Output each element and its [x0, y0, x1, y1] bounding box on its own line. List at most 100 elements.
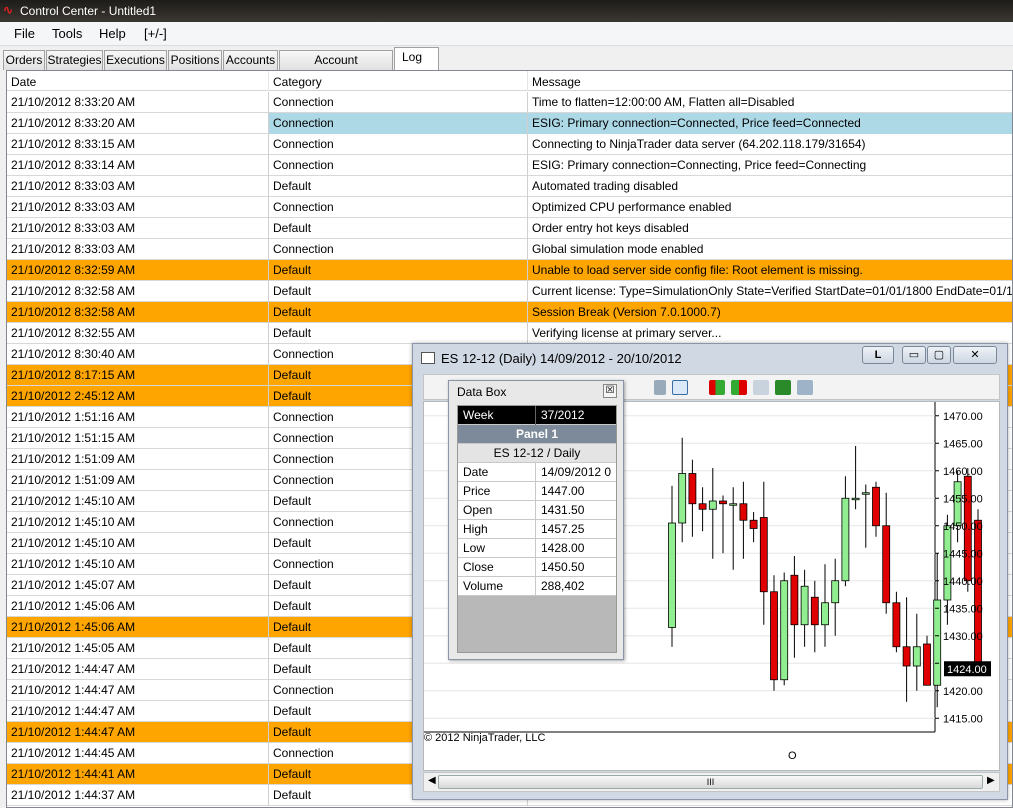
indicators-icon[interactable]	[753, 380, 769, 395]
tab-orders[interactable]: Orders	[3, 50, 45, 70]
candle-body	[933, 599, 942, 686]
data-box-row: Low 1428.00	[458, 539, 616, 558]
candle-body	[892, 602, 901, 648]
candle-body	[678, 473, 687, 524]
cell-category: Default	[269, 176, 528, 197]
cell-date: 21/10/2012 8:33:03 AM	[7, 197, 269, 218]
cell-message: Time to flatten=12:00:00 AM, Flatten all…	[528, 92, 1012, 113]
chart-style-icon[interactable]	[731, 380, 747, 395]
bar-type-icon[interactable]	[709, 380, 725, 395]
cell-message: Order entry hot keys disabled	[528, 218, 1012, 239]
candle-body	[902, 646, 911, 667]
candle-body	[821, 602, 829, 626]
table-row[interactable]: 21/10/2012 8:33:15 AM Connection Connectin…	[7, 134, 1012, 155]
tab-log[interactable]: Log	[394, 47, 439, 70]
table-row[interactable]: 21/10/2012 8:32:58 AM Default Session Brea…	[7, 302, 1012, 323]
data-box-label: Date	[458, 463, 536, 482]
cell-date: 21/10/2012 8:32:58 AM	[7, 281, 269, 302]
log-grid-header: Date Category Message	[7, 71, 1012, 91]
table-row[interactable]: 21/10/2012 8:33:14 AM Connection ESIG: Pri…	[7, 155, 1012, 176]
candle-body	[923, 643, 931, 686]
menu-help[interactable]: Help	[99, 26, 126, 41]
table-row[interactable]: 21/10/2012 8:33:20 AM Connection ESIG: Pri…	[7, 113, 1012, 134]
tab-strategies[interactable]: Strategies	[46, 50, 103, 70]
candle-body	[708, 500, 717, 510]
cell-category: Connection	[269, 155, 528, 176]
candle-body	[759, 517, 768, 593]
cell-category: Default	[269, 260, 528, 281]
chart-horizontal-scrollbar[interactable]: ◀ III ▶	[423, 772, 1000, 792]
data-box-row: Date 14/09/2012 0	[458, 463, 616, 482]
cell-category: Default	[269, 323, 528, 344]
properties-icon[interactable]	[797, 380, 813, 395]
tab-account-performance[interactable]: Account Performance	[279, 50, 393, 85]
data-box-value: 1457.25	[541, 522, 585, 536]
menu-bar: File Tools Help [+/-]	[0, 22, 1013, 46]
cell-message: Automated trading disabled	[528, 176, 1012, 197]
menu-file[interactable]: File	[14, 26, 35, 41]
cell-message: ESIG: Primary connection=Connected, Pric…	[528, 113, 1012, 134]
data-box-label: Low	[458, 539, 536, 558]
data-box-window[interactable]: Data Box ☒ Week 37/2012 Panel 1 ES 12-12…	[448, 380, 624, 660]
close-button[interactable]: ✕	[953, 346, 997, 364]
y-tick-label: 1445.00	[943, 548, 983, 560]
tab-executions[interactable]: Executions	[104, 50, 167, 70]
column-header-category[interactable]: Category	[269, 71, 528, 91]
candle-body	[831, 580, 840, 604]
cell-date: 21/10/2012 1:44:41 AM	[7, 764, 269, 785]
scroll-thumb[interactable]: III	[438, 775, 983, 789]
tab-accounts[interactable]: Accounts	[223, 50, 278, 70]
instrument-label: ES 12-12 / Daily	[458, 444, 616, 463]
candle-body	[851, 497, 860, 501]
cell-date: 21/10/2012 1:45:07 AM	[7, 575, 269, 596]
cell-message: Verifying license at primary server...	[528, 323, 1012, 344]
y-tick-label: 1450.00	[943, 521, 983, 533]
menu-expand[interactable]: [+/-]	[144, 26, 167, 41]
tab-positions[interactable]: Positions	[168, 50, 222, 70]
column-header-date[interactable]: Date	[7, 71, 269, 91]
scroll-right-icon[interactable]: ▶	[987, 775, 995, 786]
strategies-icon[interactable]	[775, 380, 791, 395]
table-row[interactable]: 21/10/2012 8:33:03 AM Connection Optimized…	[7, 197, 1012, 218]
table-row[interactable]: 21/10/2012 8:33:03 AM Default Order entry …	[7, 218, 1012, 239]
zoom-icon[interactable]	[672, 380, 688, 395]
candle-body	[688, 473, 697, 505]
link-button[interactable]: L	[862, 346, 894, 364]
table-row[interactable]: 21/10/2012 8:33:03 AM Default Automated tr…	[7, 176, 1012, 197]
cell-category: Connection	[269, 92, 528, 113]
cell-date: 21/10/2012 8:32:59 AM	[7, 260, 269, 281]
candle-body	[698, 503, 707, 510]
table-row[interactable]: 21/10/2012 8:32:59 AM Default Unable to lo…	[7, 260, 1012, 281]
maximize-button[interactable]: ▢	[927, 346, 951, 364]
menu-tools[interactable]: Tools	[52, 26, 82, 41]
y-tick-label: 1455.00	[943, 493, 983, 505]
minimize-button[interactable]: ▭	[902, 346, 926, 364]
data-box-close-icon[interactable]: ☒	[603, 384, 617, 398]
cell-category: Connection	[269, 113, 528, 134]
week-label: Week	[458, 406, 536, 425]
cell-date: 21/10/2012 1:44:47 AM	[7, 680, 269, 701]
table-row[interactable]: 21/10/2012 8:33:03 AM Connection Global si…	[7, 239, 1012, 260]
pointer-icon[interactable]	[654, 380, 666, 395]
candle-body	[749, 519, 758, 529]
price-marker: 1424.00	[947, 664, 987, 676]
candle-body	[668, 522, 676, 628]
table-row[interactable]: 21/10/2012 8:32:55 AM Default Verifying li…	[7, 323, 1012, 344]
scroll-left-icon[interactable]: ◀	[428, 775, 436, 786]
table-row[interactable]: 21/10/2012 8:33:20 AM Connection Time to f…	[7, 92, 1012, 113]
cell-date: 21/10/2012 8:30:40 AM	[7, 344, 269, 365]
candle-body	[729, 503, 738, 506]
data-box-week-row: Week 37/2012	[458, 406, 616, 425]
data-box-value: 1447.00	[541, 484, 585, 498]
cell-date: 21/10/2012 8:33:15 AM	[7, 134, 269, 155]
cell-date: 21/10/2012 1:45:10 AM	[7, 554, 269, 575]
table-row[interactable]: 21/10/2012 8:32:58 AM Default Current lice…	[7, 281, 1012, 302]
cell-date: 21/10/2012 8:33:14 AM	[7, 155, 269, 176]
cell-category: Default	[269, 218, 528, 239]
chart-copyright: © 2012 NinjaTrader, LLC	[424, 732, 545, 744]
cell-message: Current license: Type=SimulationOnly Sta…	[528, 281, 1012, 302]
column-header-message[interactable]: Message	[528, 71, 1012, 91]
candle-body	[790, 574, 799, 626]
cell-date: 21/10/2012 1:51:15 AM	[7, 428, 269, 449]
candle-body	[719, 500, 727, 505]
